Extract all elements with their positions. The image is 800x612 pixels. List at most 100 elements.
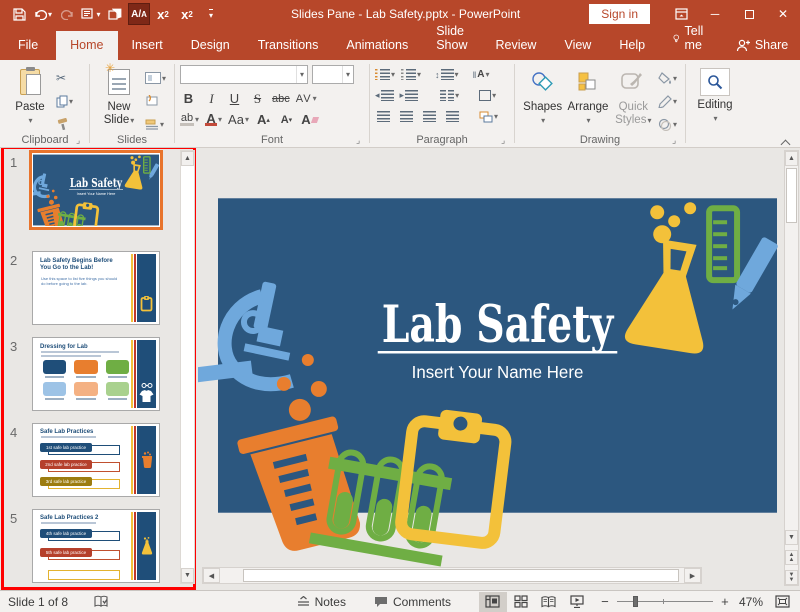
tab-insert[interactable]: Insert	[118, 31, 177, 60]
slide-2-thumbnail[interactable]: Lab Safety Begins Before You Go to the L…	[32, 251, 160, 325]
align-text-button[interactable]	[479, 86, 496, 105]
slide-3-thumbnail[interactable]: Dressing for Lab	[32, 337, 160, 411]
align-left-button[interactable]	[375, 107, 392, 126]
align-right-button[interactable]	[421, 107, 438, 126]
tab-transitions[interactable]: Transitions	[244, 31, 333, 60]
fit-slide-to-window-button[interactable]	[763, 591, 800, 612]
reset-slide-button[interactable]	[143, 91, 168, 111]
font-name-combobox[interactable]: ▾	[180, 65, 308, 84]
undo-button[interactable]	[32, 3, 54, 25]
quick-styles-button[interactable]: Quick Styles	[611, 64, 656, 127]
character-spacing-button[interactable]: AV	[296, 89, 318, 108]
slide-sorter-view-button[interactable]	[507, 592, 535, 612]
decrease-indent-button[interactable]: ◂	[375, 86, 394, 105]
shape-fill-button[interactable]	[656, 68, 680, 88]
highlight-color-button[interactable]: ab	[180, 110, 199, 129]
text-direction-button[interactable]: ‖A	[473, 65, 490, 84]
start-from-beginning-button[interactable]	[80, 3, 102, 25]
reading-view-button[interactable]	[535, 592, 563, 612]
tab-design[interactable]: Design	[177, 31, 244, 60]
collapse-ribbon-button[interactable]	[781, 139, 790, 145]
close-button[interactable]: ✕	[766, 1, 800, 27]
horizontal-scroll-thumb[interactable]	[243, 569, 679, 582]
tab-home[interactable]: Home	[56, 31, 117, 60]
tab-animations[interactable]: Animations	[332, 31, 422, 60]
convert-to-smartart-button[interactable]	[479, 107, 498, 126]
new-slide-qat-button[interactable]	[104, 3, 126, 25]
tab-help[interactable]: Help	[605, 31, 659, 60]
shape-outline-button[interactable]	[656, 91, 680, 111]
slide-5-thumbnail[interactable]: Safe Lab Practices 2 4th safe lab practi…	[32, 509, 160, 583]
font-dialog-launcher[interactable]: ⌟	[356, 135, 366, 145]
comments-button[interactable]: Comments	[360, 591, 465, 612]
pane-scroll-up-button[interactable]: ▲	[181, 151, 194, 166]
section-button[interactable]	[143, 114, 168, 134]
shapes-button[interactable]: Shapes	[520, 64, 565, 127]
current-slide[interactable]	[218, 198, 777, 513]
slide-1-thumbnail[interactable]	[32, 153, 160, 227]
increase-indent-button[interactable]: ▸	[400, 86, 419, 105]
arrange-button[interactable]: Arrange	[565, 64, 610, 127]
paste-button[interactable]: Paste	[6, 64, 54, 127]
text-shadow-button[interactable]: abc	[272, 89, 290, 108]
font-dialog-qat-button[interactable]: A/A	[128, 3, 150, 25]
vertical-scrollbar[interactable]: ▲ ▼ ▲▲ ▼▼	[784, 150, 799, 586]
editing-button[interactable]: Editing	[691, 64, 739, 125]
columns-button[interactable]	[440, 86, 459, 105]
next-slide-button[interactable]: ▼▼	[785, 570, 798, 585]
font-size-combobox[interactable]: ▾	[312, 65, 354, 84]
tab-review[interactable]: Review	[481, 31, 550, 60]
notes-button[interactable]: Notes	[283, 591, 360, 612]
horizontal-scrollbar[interactable]: ◀ ▶	[202, 567, 702, 584]
scroll-down-button[interactable]: ▼	[785, 530, 798, 545]
normal-view-button[interactable]	[479, 592, 507, 612]
scroll-up-button[interactable]: ▲	[785, 151, 798, 166]
grow-font-button[interactable]: A▴	[255, 110, 272, 129]
cut-button[interactable]: ✂	[54, 68, 78, 88]
scroll-left-button[interactable]: ◀	[203, 568, 220, 583]
new-slide-button[interactable]: New Slide	[95, 64, 143, 127]
tab-tell-me[interactable]: Tell me	[659, 17, 722, 60]
slide-layout-button[interactable]	[143, 68, 168, 88]
copy-button[interactable]	[54, 91, 78, 111]
pane-scroll-down-button[interactable]: ▼	[181, 568, 194, 583]
bullets-button[interactable]	[375, 65, 395, 84]
scroll-right-button[interactable]: ▶	[684, 568, 701, 583]
slide-4-thumbnail[interactable]: Safe Lab Practices 1st safe lab practice…	[32, 423, 160, 497]
numbering-button[interactable]	[401, 65, 421, 84]
slide-show-button[interactable]	[563, 592, 591, 612]
clipboard-dialog-launcher[interactable]: ⌟	[76, 135, 86, 145]
change-case-button[interactable]: Aa	[228, 110, 249, 129]
redo-button[interactable]	[56, 3, 78, 25]
clear-formatting-button[interactable]: A	[301, 110, 318, 129]
tab-file[interactable]: File	[0, 31, 56, 60]
spell-check-icon[interactable]	[94, 595, 109, 609]
zoom-in-button[interactable]: +	[719, 594, 731, 609]
font-color-button[interactable]: A	[205, 110, 222, 129]
vertical-scroll-thumb[interactable]	[786, 168, 797, 223]
sign-in-button[interactable]: Sign in	[589, 4, 650, 24]
customize-qat-button[interactable]	[200, 3, 222, 25]
strikethrough-button[interactable]: S	[249, 89, 266, 108]
zoom-out-button[interactable]: −	[599, 594, 611, 609]
slides-pane-scrollbar[interactable]: ▲ ▼	[180, 150, 195, 584]
zoom-level[interactable]: 47%	[739, 595, 763, 609]
line-spacing-button[interactable]: ↕	[435, 65, 459, 84]
tab-view[interactable]: View	[550, 31, 605, 60]
save-button[interactable]	[8, 3, 30, 25]
zoom-slider-thumb[interactable]	[633, 596, 638, 607]
tab-slide-show[interactable]: Slide Show	[422, 17, 481, 60]
slide-editor-canvas[interactable]: ◀ ▶ ▲ ▼ ▲▲ ▼▼	[198, 148, 800, 590]
bold-button[interactable]: B	[180, 89, 197, 108]
superscript-qat-button[interactable]: x2	[176, 3, 198, 25]
format-painter-button[interactable]	[54, 114, 78, 134]
maximize-button[interactable]	[732, 1, 766, 27]
underline-button[interactable]: U	[226, 89, 243, 108]
shape-effects-button[interactable]	[656, 114, 680, 134]
drawing-dialog-launcher[interactable]: ⌟	[672, 135, 682, 145]
align-center-button[interactable]	[398, 107, 415, 126]
justify-button[interactable]	[444, 107, 461, 126]
previous-slide-button[interactable]: ▲▲	[785, 550, 798, 565]
subscript-qat-button[interactable]: x2	[152, 3, 174, 25]
zoom-slider[interactable]	[617, 601, 713, 602]
